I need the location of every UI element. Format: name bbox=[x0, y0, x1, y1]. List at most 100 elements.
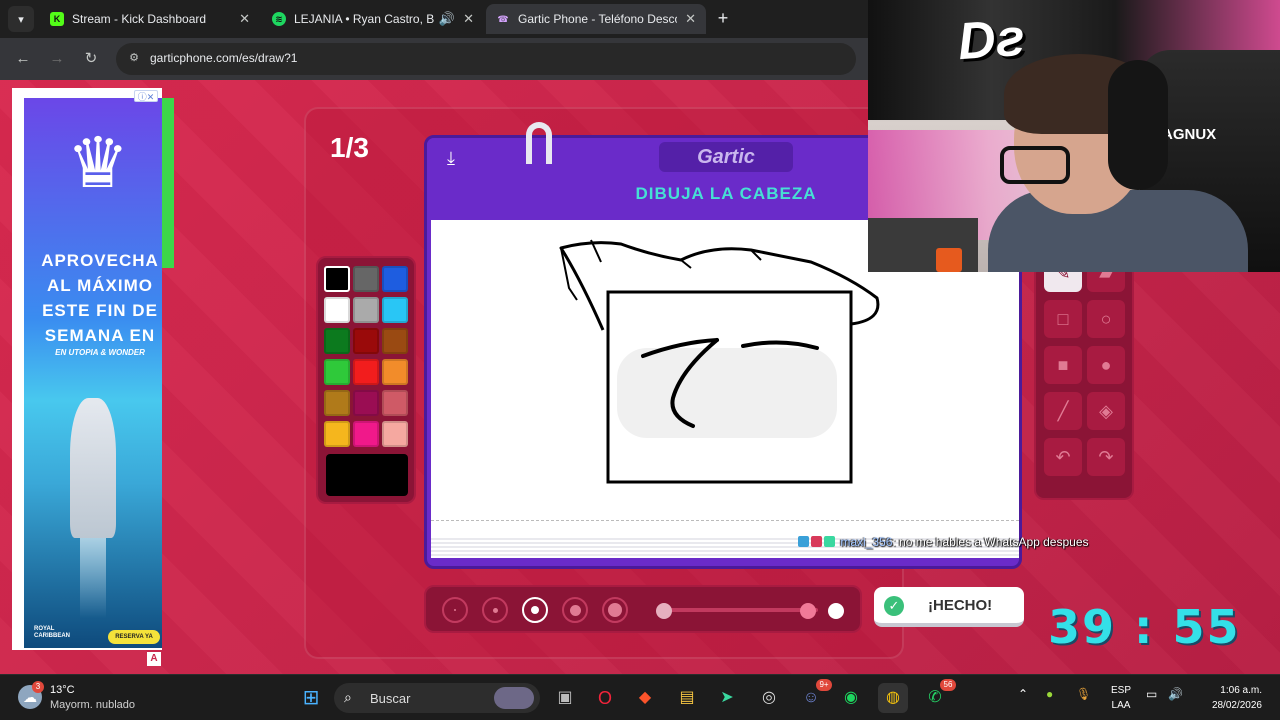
tab-kick-dashboard[interactable]: K Stream - Kick Dashboard ✕ bbox=[40, 4, 260, 34]
circle-outline-icon[interactable]: ○ bbox=[1087, 300, 1125, 338]
whatsapp-icon[interactable]: ✆ 56 bbox=[920, 679, 956, 713]
brush-size-option[interactable] bbox=[442, 597, 468, 623]
round-counter: 1/3 bbox=[330, 132, 369, 163]
redo-icon[interactable]: ↷ bbox=[1087, 438, 1125, 476]
color-swatch[interactable] bbox=[382, 359, 408, 385]
system-clock[interactable]: 1:06 a.m. 28/02/2026 bbox=[1196, 683, 1262, 713]
weather-widget[interactable]: ☁ 3 13°C Mayorm. nublado bbox=[18, 681, 188, 715]
close-tab-icon[interactable]: ✕ bbox=[239, 11, 250, 27]
color-swatch[interactable] bbox=[382, 328, 408, 354]
circle-filled-icon[interactable]: ● bbox=[1087, 346, 1125, 384]
brush-size-option[interactable] bbox=[562, 597, 588, 623]
weather-badge: 3 bbox=[32, 681, 44, 693]
close-tab-icon[interactable]: ✕ bbox=[685, 11, 696, 27]
opacity-slider[interactable] bbox=[668, 608, 818, 612]
color-swatch[interactable] bbox=[324, 266, 350, 292]
spotify-icon[interactable]: ◉ bbox=[836, 683, 866, 713]
color-swatch[interactable] bbox=[353, 328, 379, 354]
color-swatch[interactable] bbox=[324, 328, 350, 354]
task-view-icon[interactable]: ▣ bbox=[550, 683, 580, 713]
gartic-logo: Gartic bbox=[659, 142, 793, 172]
tab-spotify[interactable]: ≋ LEJANIA • Ryan Castro, Bles 🔊 ✕ bbox=[262, 4, 484, 34]
color-swatch[interactable] bbox=[382, 297, 408, 323]
chat-badge-icon bbox=[811, 536, 822, 547]
forward-arrow-icon[interactable]: → bbox=[46, 48, 68, 70]
search-placeholder: Buscar bbox=[370, 691, 411, 706]
brush-size-dot bbox=[531, 606, 539, 614]
opera-icon[interactable]: O bbox=[590, 683, 620, 713]
color-palette bbox=[316, 256, 416, 504]
color-swatch[interactable] bbox=[382, 421, 408, 447]
brave-icon[interactable]: ◆ bbox=[630, 683, 660, 713]
color-swatch[interactable] bbox=[324, 359, 350, 385]
language-indicator[interactable]: ESP LAA bbox=[1104, 683, 1138, 713]
gartic-phone-icon: ☎ bbox=[497, 13, 509, 24]
app-arrow-icon[interactable]: ➤ bbox=[712, 683, 742, 713]
rectangle-outline-icon[interactable]: □ bbox=[1044, 300, 1082, 338]
reload-icon[interactable]: ↻ bbox=[80, 48, 102, 70]
rectangle-filled-icon[interactable]: ■ bbox=[1044, 346, 1082, 384]
color-swatch[interactable] bbox=[353, 297, 379, 323]
color-swatch[interactable] bbox=[382, 266, 408, 292]
fill-bucket-icon[interactable]: ◈ bbox=[1087, 392, 1125, 430]
color-swatch[interactable] bbox=[324, 421, 350, 447]
chrome-icon[interactable]: ◍ bbox=[878, 683, 908, 713]
color-swatch[interactable] bbox=[324, 297, 350, 323]
address-bar[interactable]: ⚙ garticphone.com/es/draw?1 bbox=[116, 43, 856, 75]
taskbar-search[interactable]: ⌕ Buscar bbox=[334, 683, 540, 713]
line-icon[interactable]: ╱ bbox=[1044, 392, 1082, 430]
discord-icon[interactable]: ☺ 9+ bbox=[796, 679, 832, 713]
color-swatch[interactable] bbox=[353, 390, 379, 416]
speaker-icon[interactable]: 🔊 bbox=[439, 11, 455, 27]
chat-badge-icon bbox=[798, 536, 809, 547]
stream-chat-message: maxi_356: no me hables a WhatsApp despue… bbox=[798, 535, 1089, 549]
file-explorer-icon[interactable]: ▤ bbox=[672, 683, 702, 713]
tab-title: Gartic Phone - Teléfono Descor bbox=[518, 12, 678, 26]
advertisement[interactable]: ♛ APROVECHA AL MÁXIMO ESTE FIN DE SEMANA… bbox=[12, 88, 174, 650]
chair-brand-text: AGNUX bbox=[1162, 126, 1217, 143]
tray-app-icon[interactable]: ● bbox=[1046, 687, 1053, 701]
brush-size-option[interactable] bbox=[482, 597, 508, 623]
ad-info-icon[interactable]: ⓘ✕ bbox=[134, 90, 158, 102]
download-icon[interactable]: ⤓ bbox=[439, 148, 463, 172]
windows-start-icon[interactable]: ⊞ bbox=[296, 683, 326, 713]
color-swatch[interactable] bbox=[382, 390, 408, 416]
brush-size-option[interactable] bbox=[602, 597, 628, 623]
network-icon[interactable]: ▭ bbox=[1146, 687, 1157, 701]
back-arrow-icon[interactable]: ← bbox=[12, 48, 34, 70]
windows-taskbar: ☁ 3 13°C Mayorm. nublado ⊞ ⌕ Buscar ▣ O … bbox=[0, 674, 1280, 720]
watermark-logo bbox=[617, 348, 837, 438]
clock-date: 28/02/2026 bbox=[1211, 700, 1262, 711]
brush-size-option[interactable] bbox=[522, 597, 548, 623]
language-code: ESP bbox=[1110, 685, 1131, 696]
ad-brand: ROYAL CARIBBEAN bbox=[34, 626, 70, 639]
color-swatch[interactable] bbox=[353, 266, 379, 292]
obs-icon[interactable]: ◎ bbox=[754, 683, 784, 713]
tab-search-button[interactable]: ▾ bbox=[8, 6, 34, 32]
opacity-slider-handle[interactable] bbox=[800, 603, 816, 619]
ad-accent-strip bbox=[162, 98, 174, 268]
site-info-icon[interactable]: ⚙ bbox=[126, 51, 142, 67]
color-swatch[interactable] bbox=[324, 390, 350, 416]
color-swatch[interactable] bbox=[353, 421, 379, 447]
undo-icon[interactable]: ↶ bbox=[1044, 438, 1082, 476]
chat-badge-icon bbox=[824, 536, 835, 547]
ad-choices-badge[interactable]: A bbox=[147, 652, 161, 666]
chat-username: maxi_356 bbox=[840, 535, 893, 549]
chevron-up-icon[interactable]: ⌃ bbox=[1018, 687, 1028, 701]
close-tab-icon[interactable]: ✕ bbox=[463, 11, 474, 27]
check-icon: ✓ bbox=[884, 596, 904, 616]
ad-banner[interactable]: ♛ APROVECHA AL MÁXIMO ESTE FIN DE SEMANA… bbox=[24, 98, 174, 648]
done-label: ¡HECHO! bbox=[928, 597, 993, 614]
volume-icon[interactable]: 🔊 bbox=[1168, 687, 1183, 701]
microphone-icon[interactable]: 🎙 bbox=[1076, 687, 1091, 701]
ad-subline: EN UTOPIA & WONDER bbox=[55, 348, 145, 357]
new-tab-button[interactable]: + bbox=[712, 8, 734, 29]
color-swatch[interactable] bbox=[353, 359, 379, 385]
url-text: garticphone.com/es/draw?1 bbox=[150, 51, 298, 65]
webcam-overlay: Dƨ AGNUX bbox=[868, 0, 1280, 272]
tab-gartic-phone[interactable]: ☎ Gartic Phone - Teléfono Descor ✕ bbox=[486, 4, 706, 34]
done-button[interactable]: ✓ ¡HECHO! bbox=[874, 587, 1024, 627]
ad-cta-button[interactable]: RESERVA YA bbox=[108, 630, 160, 644]
graffiti-tag-image: Dƨ bbox=[956, 8, 1027, 72]
